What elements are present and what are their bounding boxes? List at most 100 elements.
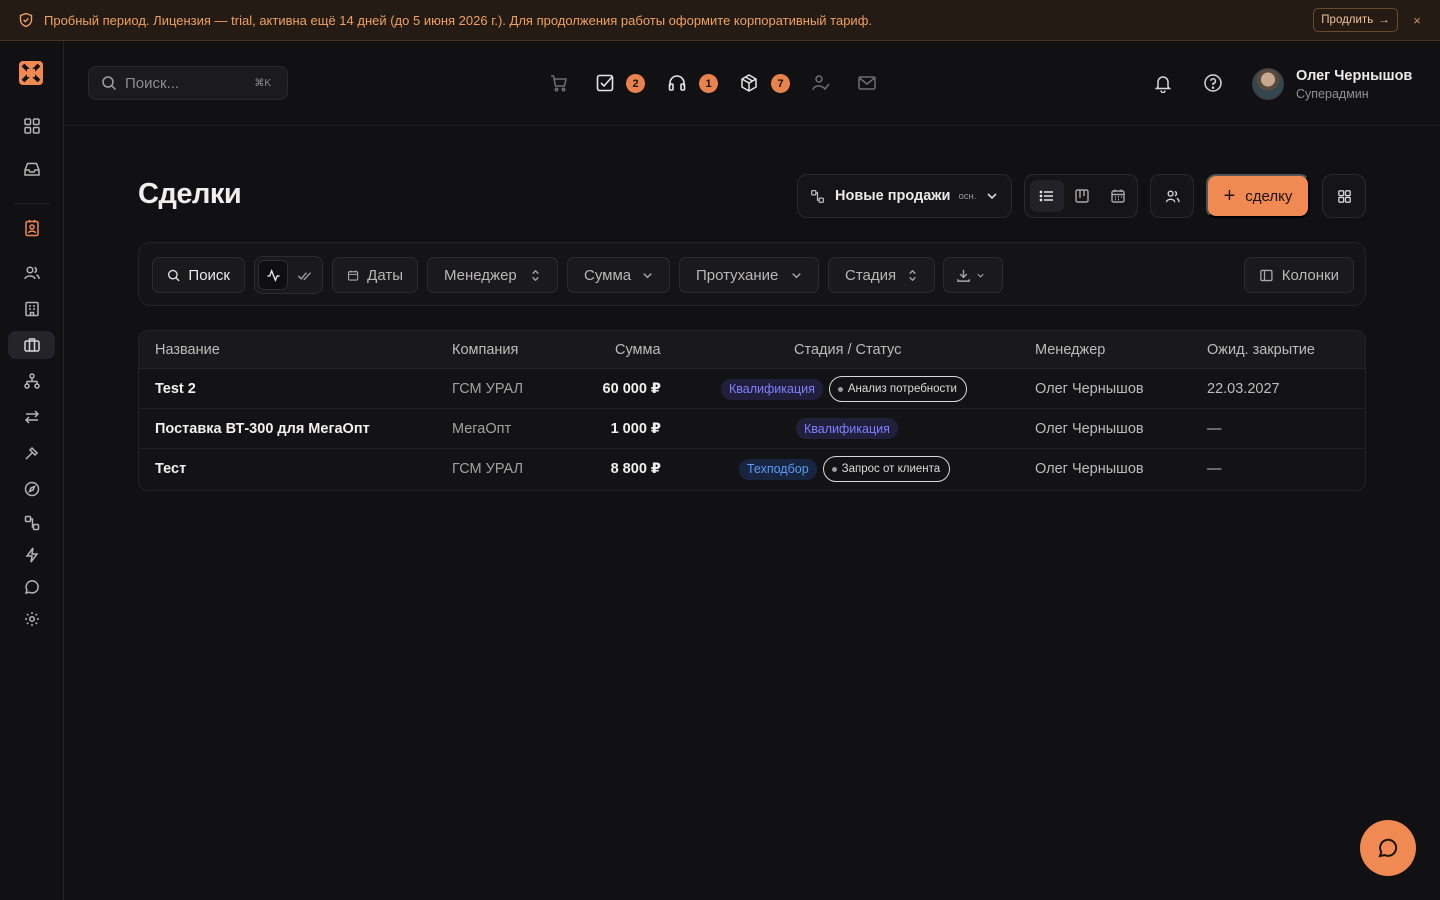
widgets-button[interactable] (1322, 174, 1366, 218)
active-deals-toggle[interactable] (258, 260, 288, 290)
workflow-icon (24, 515, 39, 531)
sidebar-item-tools[interactable] (8, 439, 55, 467)
calendar-icon (347, 270, 359, 281)
global-search-input[interactable] (125, 74, 245, 92)
team-filter-button[interactable] (1150, 174, 1194, 218)
user-menu[interactable]: Олег Чернышов Суперадмин (1252, 67, 1412, 101)
deal-amount: 60 000 ₽ (602, 381, 661, 397)
global-search[interactable]: ⌘K (88, 66, 288, 100)
manager-filter[interactable]: Менеджер (427, 257, 558, 293)
sidebar-item-explore[interactable] (8, 475, 55, 503)
table-row[interactable]: Поставка ВТ-300 для МегаОпт МегаОпт 1 00… (139, 409, 1365, 449)
deal-name[interactable]: Test 2 (155, 381, 196, 397)
chevron-down-icon (643, 272, 652, 278)
headset-icon[interactable] (666, 72, 688, 94)
sidebar-item-contacts-card[interactable] (8, 214, 55, 242)
decay-filter[interactable]: Протухание (679, 257, 819, 293)
close-banner-icon[interactable]: × (1410, 11, 1424, 29)
columns-icon (1260, 269, 1273, 281)
package-icon[interactable] (738, 72, 760, 94)
deals-table: Название Компания Сумма Стадия / Статус … (138, 330, 1366, 491)
column-header-company[interactable]: Компания (452, 342, 518, 358)
calendar-view-button[interactable] (1101, 180, 1135, 212)
status-dot-icon (837, 386, 843, 392)
pipeline-tag: осн. (958, 190, 977, 202)
column-header-manager[interactable]: Менеджер (1035, 342, 1105, 358)
deal-company[interactable]: ГСМ УРАЛ (452, 461, 523, 477)
sidebar-item-dashboard[interactable] (8, 112, 55, 140)
stage-filter[interactable]: Стадия (828, 257, 935, 293)
column-header-name[interactable]: Название (155, 342, 220, 358)
filter-bar: Поиск Даты Менеджер Сумма Протухание Ста… (138, 242, 1366, 306)
stage-status: Техподбор Запрос от клиента (739, 456, 951, 482)
table-row[interactable]: Тест ГСМ УРАЛ 8 800 ₽ Техподбор Запрос о… (139, 449, 1365, 489)
list-view-button[interactable] (1030, 180, 1064, 212)
hammer-icon (24, 446, 38, 460)
column-header-stage[interactable]: Стадия / Статус (794, 342, 901, 358)
app-logo-icon[interactable] (19, 61, 43, 85)
deal-name[interactable]: Поставка ВТ-300 для МегаОпт (155, 421, 370, 437)
closed-deals-toggle[interactable] (289, 260, 319, 290)
chat-bubble-icon (1378, 838, 1398, 858)
view-switcher (1024, 174, 1138, 218)
sidebar-item-inbox[interactable] (8, 155, 55, 183)
sidebar-item-transfers[interactable] (8, 403, 55, 431)
sidebar-item-companies[interactable] (8, 295, 55, 323)
status-dot-icon (831, 466, 837, 472)
grid-icon (1337, 189, 1351, 203)
bell-icon[interactable] (1152, 72, 1174, 94)
pipeline-select[interactable]: Новые продажи осн. (797, 174, 1012, 218)
sidebar-item-people[interactable] (8, 259, 55, 287)
column-header-close-date[interactable]: Ожид. закрытие (1207, 342, 1315, 358)
deal-company[interactable]: МегаОпт (452, 421, 511, 437)
avatar (1252, 68, 1284, 100)
column-header-amount[interactable]: Сумма (615, 342, 661, 358)
columns-button[interactable]: Колонки (1244, 257, 1354, 293)
stage-status: Квалификация Анализ потребности (721, 376, 967, 402)
search-icon (168, 269, 180, 281)
activity-icon (266, 268, 280, 282)
sidebar-item-structure[interactable] (8, 367, 55, 395)
search-filter-label: Поиск (188, 266, 230, 284)
people-icon (23, 266, 40, 280)
sidebar-item-settings[interactable] (8, 605, 55, 633)
support-badge: 1 (699, 74, 718, 93)
add-deal-button[interactable]: + сделку (1206, 174, 1310, 218)
amount-filter-label: Сумма (584, 266, 632, 284)
workflow-icon (811, 189, 824, 203)
cart-icon[interactable] (548, 72, 570, 94)
kanban-icon (1075, 189, 1089, 203)
arrow-right-icon: → (1378, 14, 1390, 26)
kanban-view-button[interactable] (1065, 180, 1099, 212)
chat-fab-button[interactable] (1360, 820, 1416, 876)
amount-filter[interactable]: Сумма (567, 257, 670, 293)
double-check-icon (297, 271, 311, 280)
top-header: ⌘K 2 1 7 Олег Чернышов Суперадмин (64, 41, 1440, 126)
extend-license-button[interactable]: Продлить → (1313, 8, 1398, 32)
search-filter[interactable]: Поиск (152, 257, 245, 293)
chevron-down-icon (792, 272, 801, 278)
help-icon[interactable] (1202, 72, 1224, 94)
status-badge: Запрос от клиента (822, 456, 951, 482)
mail-icon[interactable] (856, 72, 878, 94)
deal-company[interactable]: ГСМ УРАЛ (452, 381, 523, 397)
dates-filter[interactable]: Даты (332, 257, 418, 293)
dates-filter-label: Даты (367, 266, 403, 284)
stage-badge: Техподбор (739, 458, 817, 480)
tasks-icon[interactable] (594, 72, 616, 94)
user-role: Суперадмин (1296, 86, 1369, 101)
sidebar-item-deals[interactable] (8, 331, 55, 359)
deal-name[interactable]: Тест (155, 461, 186, 477)
sidebar-item-chat[interactable] (8, 573, 55, 601)
calendar-icon (1111, 189, 1125, 203)
sidebar-item-pipelines[interactable] (8, 509, 55, 537)
export-button[interactable] (943, 257, 1003, 293)
shield-icon (18, 12, 34, 28)
chevron-down-icon (985, 189, 999, 203)
table-row[interactable]: Test 2 ГСМ УРАЛ 60 000 ₽ Квалификация Ан… (139, 369, 1365, 409)
user-check-icon[interactable] (810, 72, 832, 94)
stage-badge: Квалификация (721, 378, 823, 400)
columns-button-label: Колонки (1281, 266, 1339, 284)
sidebar-item-automation[interactable] (8, 541, 55, 569)
deal-manager: Олег Чернышов (1035, 381, 1144, 397)
